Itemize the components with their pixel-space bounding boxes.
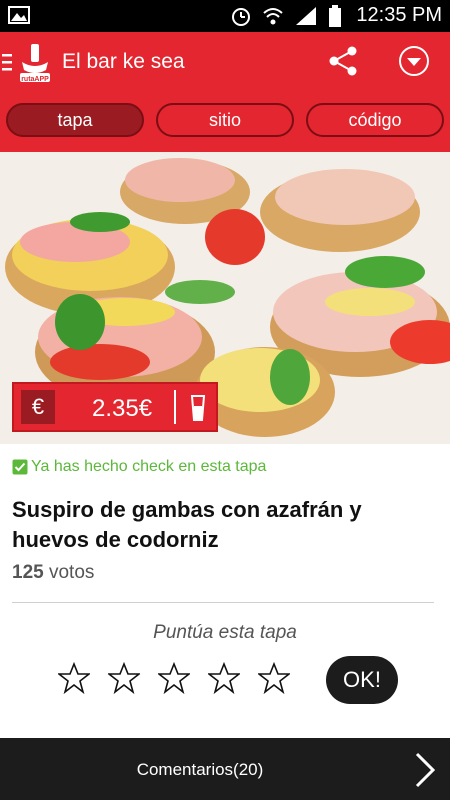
check-text: Ya has hecho check en esta tapa bbox=[31, 458, 267, 475]
app-title: El bar ke sea bbox=[62, 50, 185, 73]
wifi-icon bbox=[263, 8, 283, 25]
clock: 12:35 PM bbox=[356, 4, 442, 26]
votes: 125 votos bbox=[12, 562, 94, 584]
check-icon bbox=[12, 459, 28, 475]
svg-text:rutaAPP: rutaAPP bbox=[21, 76, 49, 83]
dropdown-icon[interactable] bbox=[398, 45, 430, 77]
star-icon[interactable] bbox=[208, 662, 240, 694]
chevron-right-icon[interactable] bbox=[414, 752, 436, 788]
check-in-message: Ya has hecho check en esta tapa bbox=[12, 458, 266, 476]
app-logo: rutaAPP bbox=[16, 40, 54, 86]
alarm-icon bbox=[232, 8, 250, 26]
star-icon[interactable] bbox=[158, 662, 190, 694]
divider bbox=[12, 602, 434, 603]
price-amount: 2.35€ bbox=[92, 395, 153, 422]
rate-label: Puntúa esta tapa bbox=[153, 622, 297, 643]
logo-icon: rutaAPP bbox=[20, 44, 50, 83]
tab-label: sitio bbox=[208, 109, 241, 130]
image-icon bbox=[8, 6, 30, 24]
euro-icon: € bbox=[21, 390, 55, 424]
status-icons bbox=[230, 4, 342, 28]
star-icon[interactable] bbox=[258, 662, 290, 694]
star-icon[interactable] bbox=[58, 662, 90, 694]
tab-bar: tapa sitio código bbox=[0, 94, 450, 152]
votes-label: votos bbox=[48, 562, 95, 583]
tab-label: código bbox=[348, 109, 402, 130]
app-bar: rutaAPP El bar ke sea bbox=[0, 32, 450, 94]
tab-label: tapa bbox=[57, 109, 93, 130]
tab-sitio[interactable]: sitio bbox=[156, 103, 294, 137]
share-icon[interactable] bbox=[326, 44, 360, 78]
dish-name: Suspiro de gambas con azafrán y huevos d… bbox=[12, 497, 362, 552]
star-icon[interactable] bbox=[108, 662, 140, 694]
comments-button[interactable]: Comentarios(20) bbox=[0, 760, 400, 780]
battery-icon bbox=[329, 5, 341, 27]
glass-icon[interactable] bbox=[190, 394, 206, 422]
price-divider bbox=[174, 390, 176, 424]
bottom-bar: Comentarios(20) bbox=[0, 738, 450, 800]
tab-tapa[interactable]: tapa bbox=[6, 103, 144, 137]
signal-icon bbox=[296, 7, 316, 25]
star-rating bbox=[58, 662, 290, 694]
ok-button[interactable]: OK! bbox=[326, 656, 398, 704]
tab-codigo[interactable]: código bbox=[306, 103, 444, 137]
menu-icon[interactable] bbox=[2, 52, 12, 72]
status-bar: 12:35 PM bbox=[0, 0, 450, 32]
votes-count: 125 bbox=[12, 562, 44, 583]
price-tag: € 2.35€ bbox=[12, 382, 218, 432]
